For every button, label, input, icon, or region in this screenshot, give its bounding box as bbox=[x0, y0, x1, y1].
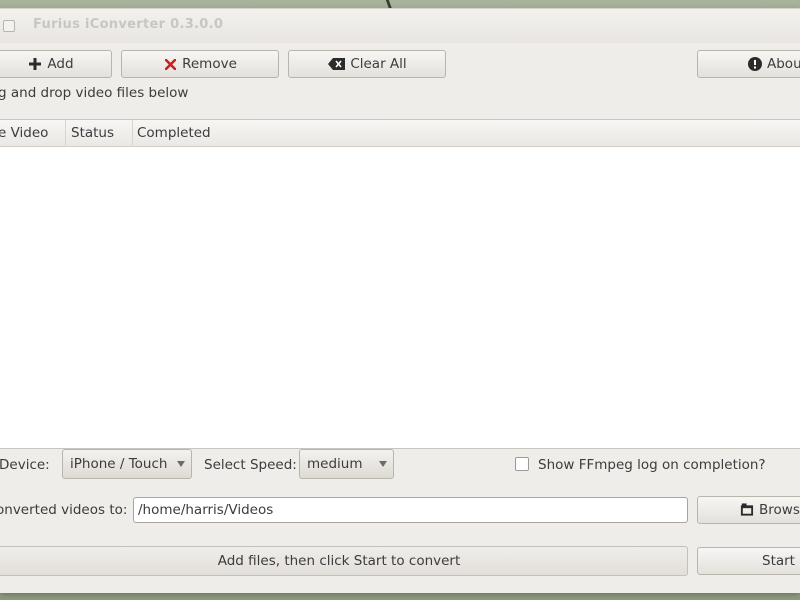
clear-all-button[interactable]: Clear All bbox=[288, 50, 446, 78]
device-label: Device: bbox=[0, 457, 50, 473]
add-button[interactable]: Add bbox=[0, 50, 112, 78]
speed-select-value: medium bbox=[307, 456, 363, 472]
chevron-down-icon bbox=[177, 461, 185, 467]
video-file-list[interactable]: e Video Status Completed bbox=[0, 119, 800, 449]
window-menu-icon[interactable] bbox=[3, 20, 15, 32]
drag-drop-hint: g and drop video files below bbox=[0, 85, 189, 101]
about-button-label: About bbox=[767, 56, 800, 72]
column-header-video[interactable]: e Video bbox=[0, 120, 66, 146]
conversion-status-bar: Add files, then click Start to convert bbox=[0, 546, 688, 576]
column-header-completed[interactable]: Completed bbox=[132, 120, 332, 146]
folder-open-icon bbox=[740, 503, 754, 517]
remove-button[interactable]: Remove bbox=[121, 50, 279, 78]
title-bar[interactable]: Furius iConverter 0.3.0.0 bbox=[0, 9, 800, 43]
about-button[interactable]: About bbox=[697, 50, 800, 78]
window-title: Furius iConverter 0.3.0.0 bbox=[33, 17, 224, 32]
remove-button-label: Remove bbox=[182, 56, 237, 72]
device-select[interactable]: iPhone / Touch bbox=[62, 449, 192, 479]
speed-select[interactable]: medium bbox=[299, 449, 394, 479]
output-path-input[interactable]: /home/harris/Videos bbox=[133, 497, 688, 523]
clear-all-button-label: Clear All bbox=[350, 56, 407, 72]
speed-label: Select Speed: bbox=[204, 457, 297, 473]
browse-button-label: Browse bbox=[759, 502, 800, 518]
add-button-label: Add bbox=[47, 56, 74, 72]
ffmpeg-log-label[interactable]: Show FFmpeg log on completion? bbox=[538, 457, 766, 473]
info-icon bbox=[748, 57, 762, 71]
browse-button[interactable]: Browse bbox=[697, 496, 800, 524]
backspace-clear-icon bbox=[327, 57, 345, 71]
column-header-status[interactable]: Status bbox=[66, 120, 133, 146]
remove-x-icon bbox=[163, 57, 177, 71]
chevron-down-icon bbox=[379, 461, 387, 467]
app-window: Furius iConverter 0.3.0.0 Add Remove Cle… bbox=[0, 8, 800, 593]
file-list-header: e Video Status Completed bbox=[0, 120, 800, 147]
output-folder-label: onverted videos to: bbox=[0, 502, 128, 518]
ffmpeg-log-checkbox[interactable] bbox=[515, 457, 529, 471]
device-select-value: iPhone / Touch bbox=[70, 456, 168, 472]
plus-icon bbox=[28, 57, 42, 71]
start-button[interactable]: Start bbox=[697, 547, 800, 575]
